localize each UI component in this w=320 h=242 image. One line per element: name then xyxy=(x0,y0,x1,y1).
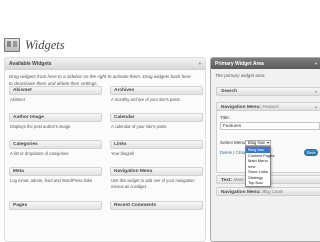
widget-description: A calendar of your site's posts xyxy=(111,124,167,129)
widget-description: Akismet xyxy=(10,97,25,102)
select-menu-options: Blog Nav Content Pages Main Menu new Sto… xyxy=(245,146,274,187)
widget-navigation-menu[interactable]: Navigation Menu Use this widget to add o… xyxy=(110,167,203,189)
widget-name: Links xyxy=(114,142,127,147)
widget-control-links: Delete | Close xyxy=(220,150,246,155)
widget-name: Text xyxy=(221,177,231,183)
menu-option[interactable]: Main Menu xyxy=(246,158,270,164)
widget-subtitle: Blog Conte xyxy=(262,188,284,194)
title-label: Title: xyxy=(220,115,230,120)
widget-handle[interactable]: Categories xyxy=(9,140,102,149)
widget-links[interactable]: Links Your blogroll xyxy=(110,140,203,157)
widget-meta[interactable]: Meta Log in/out, admin, feed and WordPre… xyxy=(9,167,102,184)
widget-subtitle: Features xyxy=(262,103,279,109)
expand-arrow-icon[interactable]: ▾ xyxy=(315,89,317,94)
widget-handle[interactable]: Meta xyxy=(9,167,102,176)
widget-handle[interactable]: Archives xyxy=(110,86,203,95)
widget-name: Navigation Menu xyxy=(221,189,260,195)
widget-handle[interactable]: Calendar xyxy=(110,113,203,122)
save-button[interactable]: Save xyxy=(304,149,318,156)
collapse-arrow-icon[interactable]: ▾ xyxy=(199,61,201,67)
widget-name: Archives xyxy=(114,88,135,93)
widget-description: Log in/out, admin, feed and WordPress li… xyxy=(10,178,93,183)
navigation-menu-widget-handle[interactable]: Navigation Menu: Features ▴ xyxy=(216,102,320,111)
widget-akismet[interactable]: Akismet Akismet xyxy=(9,86,102,103)
widget-name: Calendar xyxy=(114,115,135,120)
widget-name: Navigation Menu xyxy=(221,104,260,110)
widget-handle[interactable]: Akismet xyxy=(9,86,102,95)
widget-handle[interactable]: Author Image xyxy=(9,113,102,122)
menu-option[interactable]: Top Nav xyxy=(246,180,270,186)
link-separator: | xyxy=(233,150,235,155)
widget-description: Your blogroll xyxy=(111,151,135,156)
widget-name: Pages xyxy=(13,203,28,208)
widget-name: Categories xyxy=(13,142,38,147)
widget-name: Navigation Menu xyxy=(114,169,153,174)
widget-name: Search xyxy=(221,89,237,94)
page-header: Widgets xyxy=(4,36,65,54)
primary-widget-area: Primary Widget Area ▾ The primary widget… xyxy=(210,57,320,242)
widget-handle[interactable]: Navigation Menu xyxy=(110,167,203,176)
primary-widget-area-description: The primary widget area xyxy=(215,73,265,78)
widget-handle[interactable]: Recent Comments xyxy=(110,201,203,210)
widget-description: Displays the post author's image xyxy=(10,124,71,129)
widget-description: A monthly archive of your site's posts xyxy=(111,97,180,102)
collapse-arrow-icon[interactable]: ▴ xyxy=(315,104,317,109)
select-menu-label: Select Menu: xyxy=(220,140,247,145)
widget-recent-comments[interactable]: Recent Comments xyxy=(110,201,203,210)
available-widgets-help: Drag widgets from here to a sidebar on t… xyxy=(9,74,191,86)
collapse-arrow-icon[interactable]: ▾ xyxy=(315,61,317,67)
available-widgets-header[interactable]: Available Widgets ▾ xyxy=(5,58,205,70)
widget-calendar[interactable]: Calendar A calendar of your site's posts xyxy=(110,113,203,130)
widget-description: A list or dropdown of categories xyxy=(10,151,69,156)
widget-name: Meta xyxy=(13,169,24,174)
primary-widget-area-header[interactable]: Primary Widget Area ▾ xyxy=(211,58,320,69)
widget-name: Author Image xyxy=(13,115,44,120)
available-widgets-title: Available Widgets xyxy=(9,60,52,67)
menu-option[interactable]: Store Links xyxy=(246,169,270,175)
delete-link[interactable]: Delete xyxy=(220,150,232,155)
widgets-page-icon xyxy=(4,38,20,52)
widget-archives[interactable]: Archives A monthly archive of your site'… xyxy=(110,86,203,103)
widget-author-image[interactable]: Author Image Displays the post author's … xyxy=(9,113,102,130)
widget-categories[interactable]: Categories A list or dropdown of categor… xyxy=(9,140,102,157)
sidebar-widget-navigation-menu-2[interactable]: Navigation Menu: Blog Conte xyxy=(216,187,320,196)
title-input[interactable]: Features xyxy=(220,122,320,130)
widget-name: Recent Comments xyxy=(114,203,157,208)
widget-name: Akismet xyxy=(13,88,32,93)
primary-widget-area-title: Primary Widget Area xyxy=(215,60,264,67)
sidebar-widget-navigation-menu: Navigation Menu: Features ▴ Title: Featu… xyxy=(216,102,320,187)
widget-handle[interactable]: Links xyxy=(110,140,203,149)
available-widgets-panel: Available Widgets ▾ Drag widgets from he… xyxy=(4,57,206,242)
widget-description: Use this widget to add one of your navig… xyxy=(111,178,195,189)
widget-pages[interactable]: Pages xyxy=(9,201,102,210)
widget-handle[interactable]: Pages xyxy=(9,201,102,210)
page-title: Widgets xyxy=(25,37,65,52)
sidebar-widget-search[interactable]: Search ▾ xyxy=(216,87,320,96)
